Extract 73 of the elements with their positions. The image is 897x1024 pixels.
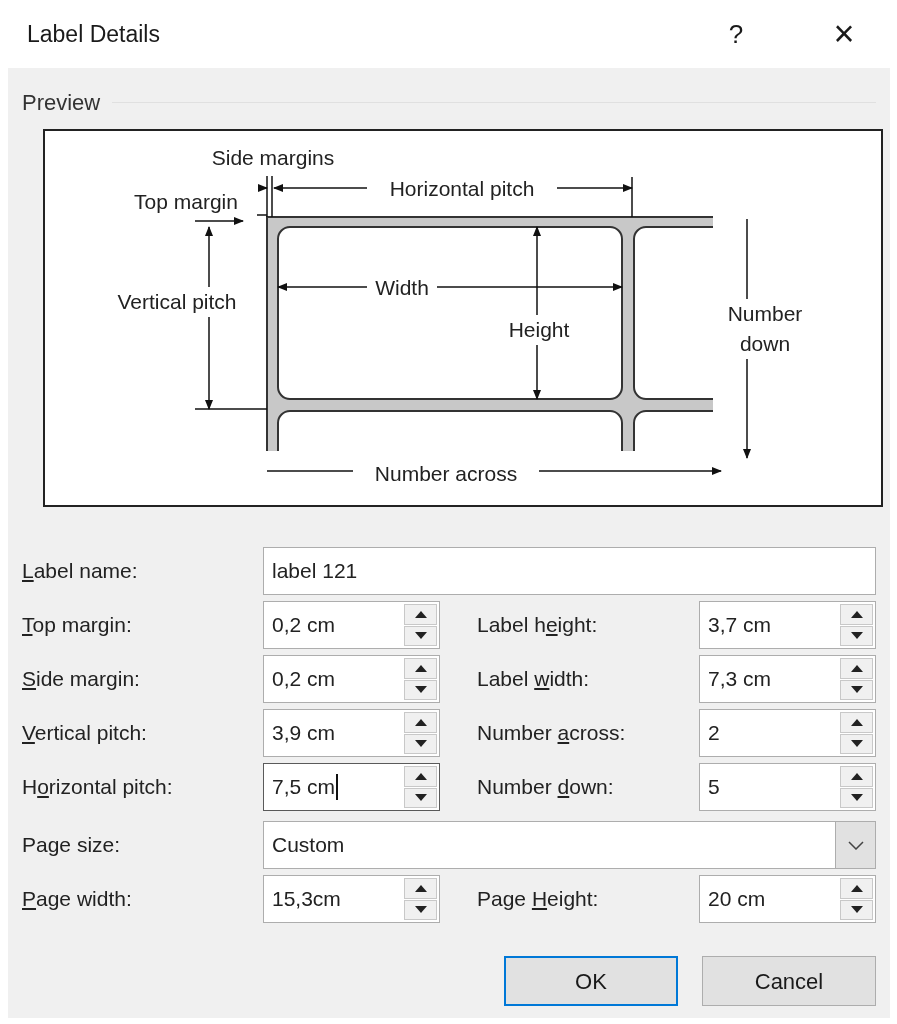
spin-down-button[interactable] xyxy=(840,733,873,754)
spin-up-button[interactable] xyxy=(840,712,873,733)
down-arrow-icon xyxy=(414,686,427,694)
field-label: Vertical pitch: xyxy=(22,721,147,745)
up-arrow-icon xyxy=(414,772,427,780)
down-arrow-icon xyxy=(850,794,863,802)
spin-down-button[interactable] xyxy=(404,733,437,754)
spin-down-button[interactable] xyxy=(840,679,873,700)
down-arrow-icon xyxy=(414,740,427,748)
down-arrow-icon xyxy=(850,906,863,914)
spin-down-button[interactable] xyxy=(840,787,873,808)
spin-up-button[interactable] xyxy=(404,878,437,899)
field-label: Page Height: xyxy=(477,887,599,911)
up-arrow-icon xyxy=(414,884,427,892)
spin-field[interactable]: 5 xyxy=(699,763,876,811)
up-arrow-icon xyxy=(850,610,863,618)
down-arrow-icon xyxy=(414,906,427,914)
spin-field[interactable]: 3,7 cm xyxy=(699,601,876,649)
down-arrow-icon xyxy=(850,686,863,694)
field-label: Label name: xyxy=(22,559,138,583)
spin-down-button[interactable] xyxy=(404,787,437,808)
window-title: Label Details xyxy=(27,19,161,49)
page-size-dropdown[interactable]: Custom xyxy=(263,821,876,869)
spin-field[interactable]: 0,2 cm xyxy=(263,655,440,703)
spin-field[interactable]: 2 xyxy=(699,709,876,757)
spin-field[interactable]: 7,3 cm xyxy=(699,655,876,703)
spin-down-button[interactable] xyxy=(404,899,437,920)
spin-field[interactable]: 20 cm xyxy=(699,875,876,923)
spin-up-button[interactable] xyxy=(840,658,873,679)
up-arrow-icon xyxy=(850,664,863,672)
spin-up-button[interactable] xyxy=(404,766,437,787)
down-arrow-icon xyxy=(850,740,863,748)
up-arrow-icon xyxy=(850,772,863,780)
field-label: Horizontal pitch: xyxy=(22,775,173,799)
field-label: Page size: xyxy=(22,833,121,857)
field-label: Label width: xyxy=(477,667,590,691)
field-label: Number down: xyxy=(477,775,614,799)
text-caret xyxy=(336,774,339,800)
spin-field[interactable]: 7,5 cm xyxy=(263,763,440,811)
field-label: Number across: xyxy=(477,721,626,745)
up-arrow-icon xyxy=(850,884,863,892)
help-button[interactable]: ? xyxy=(716,14,756,54)
spin-down-button[interactable] xyxy=(404,679,437,700)
spin-up-button[interactable] xyxy=(404,604,437,625)
field-label: Top margin: xyxy=(22,613,132,637)
spin-down-button[interactable] xyxy=(404,625,437,646)
up-arrow-icon xyxy=(850,718,863,726)
field-label: Side margin: xyxy=(22,667,140,691)
spin-down-button[interactable] xyxy=(840,625,873,646)
spin-down-button[interactable] xyxy=(840,899,873,920)
spin-field[interactable]: 0,2 cm xyxy=(263,601,440,649)
side-margin-arrow xyxy=(258,175,273,218)
up-arrow-icon xyxy=(414,664,427,672)
spin-field[interactable]: 15,3cm xyxy=(263,875,440,923)
down-arrow-icon xyxy=(414,632,427,640)
spin-up-button[interactable] xyxy=(840,604,873,625)
chevron-down-icon xyxy=(847,840,864,850)
spin-up-button[interactable] xyxy=(840,766,873,787)
cancel-button[interactable]: Cancel xyxy=(702,956,876,1006)
down-arrow-icon xyxy=(414,794,427,802)
field-label: Page width: xyxy=(22,887,132,911)
spin-up-button[interactable] xyxy=(840,878,873,899)
spin-up-button[interactable] xyxy=(404,712,437,733)
spin-up-button[interactable] xyxy=(404,658,437,679)
ok-button[interactable]: OK xyxy=(504,956,678,1006)
text-field[interactable]: label 121 xyxy=(263,547,876,595)
field-label: Label height: xyxy=(477,613,598,637)
close-button[interactable]: × xyxy=(822,12,866,56)
up-arrow-icon xyxy=(414,610,427,618)
spin-field[interactable]: 3,9 cm xyxy=(263,709,440,757)
down-arrow-icon xyxy=(850,632,863,640)
group-title: Preview xyxy=(22,89,101,117)
up-arrow-icon xyxy=(414,718,427,726)
